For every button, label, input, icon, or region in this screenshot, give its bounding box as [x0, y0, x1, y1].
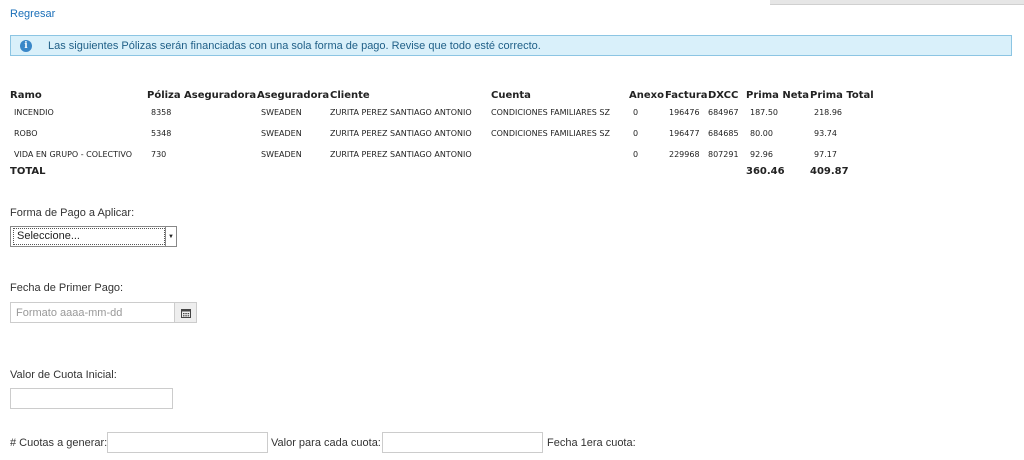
cell-aseguradora — [184, 102, 257, 123]
col-header-prima-total: Prima Total — [810, 89, 874, 101]
cell-prima-total: 93.74 — [814, 129, 837, 138]
table-header-row: Ramo Póliza Aseguradora Aseguradora Clie… — [10, 88, 876, 102]
cell-aseguradora-2: SWEADEN — [261, 108, 302, 117]
col-header-factura: Factura — [665, 89, 708, 101]
col-header-aseguradora: Aseguradora — [184, 89, 257, 101]
col-header-aseguradora-2: Aseguradora — [257, 89, 330, 101]
cell-prima-total: 97.17 — [814, 150, 837, 159]
cell-aseguradora — [184, 144, 257, 165]
total-prima-neta: 360.46 — [746, 165, 785, 177]
forma-pago-selected-value: Seleccione... — [13, 228, 165, 245]
cell-poliza: 730 — [151, 150, 167, 159]
valor-cuota-inicial-label: Valor de Cuota Inicial: — [10, 369, 117, 381]
cell-aseguradora — [184, 123, 257, 144]
cuotas-label: # Cuotas a generar: — [10, 437, 108, 449]
cell-cuenta — [491, 144, 629, 165]
valor-cada-cuota-label: Valor para cada cuota: — [271, 437, 381, 449]
cell-anexo: 0 — [633, 150, 639, 159]
cell-prima-neta: 92.96 — [750, 150, 773, 159]
col-header-cuenta: Cuenta — [491, 89, 531, 101]
valor-cada-cuota-input[interactable] — [382, 432, 543, 453]
cell-aseguradora-2: SWEADEN — [261, 129, 302, 138]
cell-ramo: ROBO — [14, 129, 38, 138]
col-header-dxcc: DXCC — [708, 89, 739, 101]
cell-anexo: 0 — [633, 129, 639, 138]
cell-cliente: ZURITA PEREZ SANTIAGO ANTONIO — [330, 129, 472, 138]
fecha-primer-pago-label: Fecha de Primer Pago: — [10, 282, 124, 294]
total-label: TOTAL — [10, 165, 46, 177]
top-panel-edge — [770, 0, 1024, 5]
chevron-down-icon: ▼ — [165, 227, 176, 246]
cell-prima-neta: 80.00 — [750, 129, 773, 138]
cell-cliente: ZURITA PEREZ SANTIAGO ANTONIO — [330, 108, 472, 117]
calendar-button[interactable] — [174, 302, 197, 323]
cell-ramo: INCENDIO — [14, 108, 54, 117]
col-header-poliza: Póliza — [147, 89, 181, 101]
table-row: VIDA EN GRUPO - COLECTIVO 730 SWEADEN ZU… — [10, 144, 876, 165]
table-row: ROBO 5348 SWEADEN ZURITA PEREZ SANTIAGO … — [10, 123, 876, 144]
cell-factura: 196477 — [669, 129, 700, 138]
back-link[interactable]: Regresar — [10, 8, 55, 20]
cell-factura: 196476 — [669, 108, 700, 117]
col-header-cliente: Cliente — [330, 89, 370, 101]
total-prima-total: 409.87 — [810, 165, 849, 177]
forma-pago-label: Forma de Pago a Aplicar: — [10, 207, 135, 219]
cell-poliza: 8358 — [151, 108, 172, 117]
cell-dxcc: 807291 — [708, 150, 739, 159]
cell-cliente: ZURITA PEREZ SANTIAGO ANTONIO — [330, 150, 472, 159]
cell-anexo: 0 — [633, 108, 639, 117]
fecha-1era-cuota-label: Fecha 1era cuota: — [547, 437, 636, 449]
info-alert: i Las siguientes Pólizas serán financiad… — [10, 35, 1012, 56]
valor-cuota-inicial-input[interactable] — [10, 388, 173, 409]
total-row: TOTAL 360.46 409.87 — [10, 165, 876, 177]
table-row: INCENDIO 8358 SWEADEN ZURITA PEREZ SANTI… — [10, 102, 876, 123]
calendar-icon — [180, 308, 191, 318]
cuotas-input[interactable] — [107, 432, 268, 453]
cell-aseguradora-2: SWEADEN — [261, 150, 302, 159]
cell-cuenta: CONDICIONES FAMILIARES SZ — [491, 129, 610, 138]
col-header-prima-neta: Prima Neta — [746, 89, 810, 101]
cell-prima-total: 218.96 — [814, 108, 842, 117]
policies-table: Ramo Póliza Aseguradora Aseguradora Clie… — [10, 88, 876, 177]
col-header-ramo: Ramo — [10, 89, 42, 101]
forma-pago-select[interactable]: Seleccione... ▼ — [10, 226, 177, 247]
fecha-primer-pago-input[interactable] — [10, 302, 175, 323]
cell-prima-neta: 187.50 — [750, 108, 778, 117]
cell-factura: 229968 — [669, 150, 700, 159]
cell-dxcc: 684685 — [708, 129, 739, 138]
cell-dxcc: 684967 — [708, 108, 739, 117]
cell-poliza: 5348 — [151, 129, 172, 138]
alert-text: Las siguientes Pólizas serán financiadas… — [48, 39, 541, 52]
info-icon: i — [20, 39, 32, 52]
col-header-anexo: Anexo — [629, 89, 664, 101]
cell-cuenta: CONDICIONES FAMILIARES SZ — [491, 108, 610, 117]
cell-ramo: VIDA EN GRUPO - COLECTIVO — [14, 150, 133, 159]
